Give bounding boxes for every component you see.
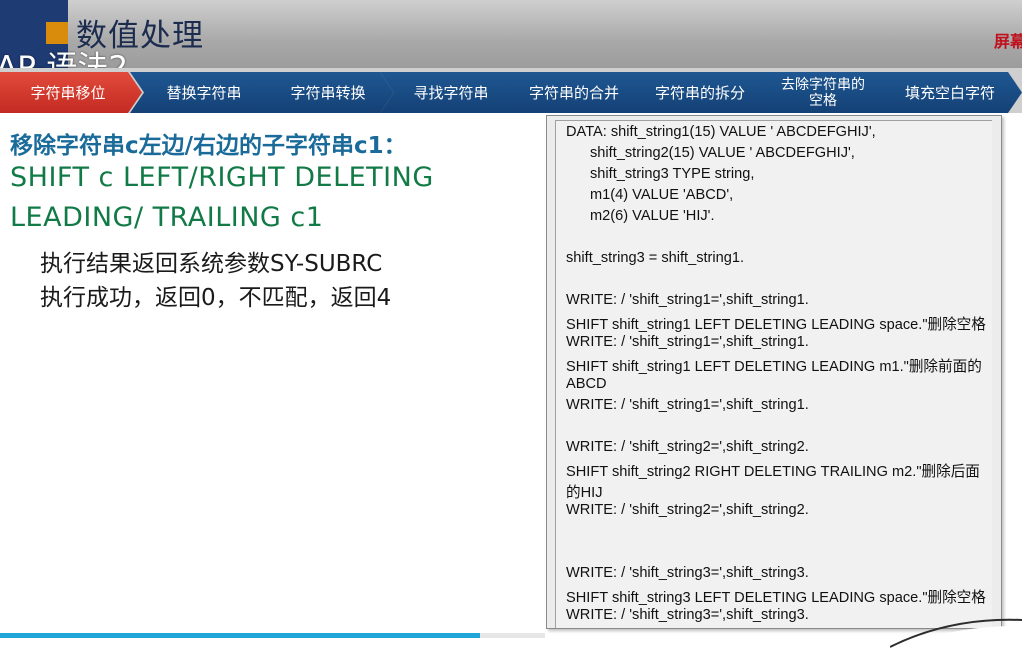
code-line: ABCD: [566, 376, 607, 392]
header-right-label: 屏幕: [994, 32, 1022, 51]
tab-string-convert[interactable]: 字符串转换: [256, 72, 394, 113]
tab-label: 寻找字符串: [413, 83, 489, 102]
code-line: WRITE: / 'shift_string3=',shift_string3.: [566, 565, 809, 581]
code-line: shift_string2(15) VALUE ' ABCDEFGHIJ',: [590, 145, 855, 161]
code-line: shift_string3 = shift_string1.: [566, 250, 745, 266]
tab-label-line2: 空格: [809, 92, 837, 109]
tab-string-split[interactable]: 字符串的拆分: [626, 72, 768, 113]
code-line: SHIFT shift_string1 LEFT DELETING LEADIN…: [566, 359, 982, 375]
tab-label: 字符串的合并: [528, 83, 619, 102]
section-heading: 移除字符串c左边/右边的子字符串c1：: [10, 133, 407, 159]
code-line: SHIFT shift_string3 LEFT DELETING LEADIN…: [566, 590, 986, 606]
tab-string-concatenate[interactable]: 字符串的合并: [500, 72, 642, 113]
description-line-1: 执行结果返回系统参数SY-SUBRC: [40, 251, 383, 277]
tab-string-shift[interactable]: 字符串移位: [0, 72, 142, 113]
code-line: WRITE: / 'shift_string1=',shift_string1.: [566, 397, 809, 413]
code-line: m2(6) VALUE 'HIJ'.: [590, 208, 715, 224]
code-line: SHIFT shift_string2 RIGHT DELETING TRAIL…: [566, 464, 980, 480]
syntax-line-2: LEADING/ TRAILING c1: [10, 202, 324, 233]
code-line: WRITE: / 'shift_string2=',shift_string2.: [566, 439, 809, 455]
code-line: WRITE: / 'shift_string1=',shift_string1.: [566, 292, 809, 308]
tab-condense-string[interactable]: 去除字符串的 空格: [752, 72, 888, 113]
decorative-curve: [890, 618, 1022, 652]
tab-label: 填充空白字符: [904, 83, 995, 102]
code-line: WRITE: / 'shift_string1=',shift_string1.: [566, 334, 809, 350]
code-line: SHIFT shift_string1 LEFT DELETING LEADIN…: [566, 317, 986, 333]
tab-replace-string[interactable]: 替换字符串: [130, 72, 272, 113]
code-line: DATA: shift_string1(15) VALUE ' ABCDEFGH…: [566, 124, 876, 140]
slide-header: 数值处理 屏幕: [0, 0, 1022, 68]
code-line: m1(4) VALUE 'ABCD',: [590, 187, 734, 203]
tab-label: 字符串的拆分: [654, 83, 745, 102]
tab-label: 字符串转换: [290, 83, 366, 102]
tab-fill-blank[interactable]: 填充空白字符: [872, 72, 1022, 113]
header-accent-square: [46, 22, 68, 44]
code-line: shift_string3 TYPE string,: [590, 166, 755, 182]
tab-label: 替换字符串: [166, 83, 242, 102]
slide-progress-fill: [0, 633, 480, 638]
syntax-line-1: SHIFT c LEFT/RIGHT DELETING: [10, 162, 434, 193]
description-line-2: 执行成功，返回0，不匹配，返回4: [40, 285, 392, 311]
tab-label: 字符串移位: [30, 83, 106, 102]
code-panel: DATA: shift_string1(15) VALUE ' ABCDEFGH…: [546, 115, 1002, 629]
tab-label-line1: 去除字符串的: [781, 76, 865, 93]
nav-bar: 字符串移位 替换字符串 字符串转换 寻找字符串 字符串的合并 字符串的拆分 去除…: [0, 68, 1022, 113]
code-line: WRITE: / 'shift_string2=',shift_string2.: [566, 502, 809, 518]
code-line: 的HIJ: [566, 485, 603, 501]
code-line: WRITE: / 'shift_string3=',shift_string3.: [566, 607, 809, 623]
tab-find-string[interactable]: 寻找字符串: [380, 72, 516, 113]
slide-progress-bar[interactable]: [0, 633, 545, 638]
